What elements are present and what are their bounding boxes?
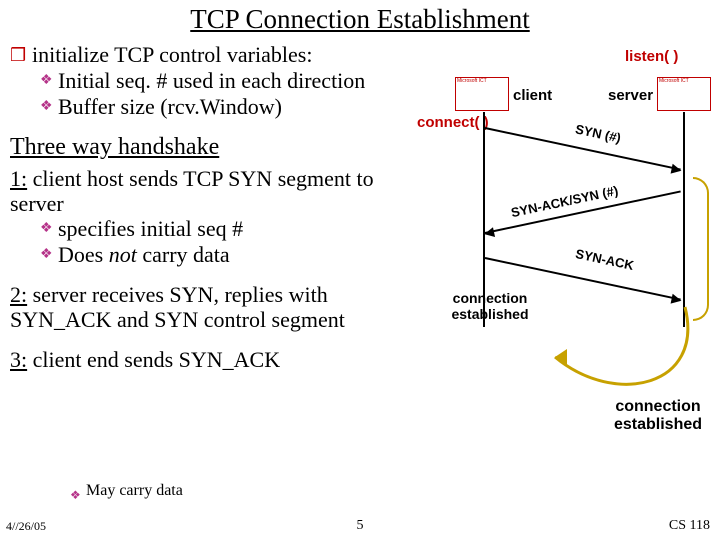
diamond-bullet-icon: ❖ bbox=[40, 242, 58, 268]
step1-sub-b-suffix: carry data bbox=[137, 242, 230, 267]
init-block: ❒ initialize TCP control variables: ❖ In… bbox=[10, 42, 410, 120]
step-3-num: 3: bbox=[10, 347, 27, 372]
step1-sub-a: specifies initial seq # bbox=[58, 216, 243, 241]
body-text: ❒ initialize TCP control variables: ❖ In… bbox=[10, 42, 410, 372]
step-2-text: server receives SYN, replies with SYN_AC… bbox=[10, 282, 345, 332]
step-2-num: 2: bbox=[10, 282, 27, 307]
synack-label: SYN-ACK bbox=[574, 246, 635, 273]
three-way-handshake-heading: Three way handshake bbox=[10, 134, 410, 162]
init-sub2: Buffer size (rcv.Window) bbox=[58, 94, 282, 119]
conn-established-server: connection established bbox=[598, 398, 718, 435]
server-label: server bbox=[608, 87, 653, 104]
slide: TCP Connection Establishment ❒ initializ… bbox=[0, 0, 720, 540]
missing-image-icon: Microsoft ICT bbox=[657, 77, 711, 111]
step-3-text: client end sends SYN_ACK bbox=[27, 347, 280, 372]
footer-course: CS 118 bbox=[669, 518, 710, 534]
step1-sub-b: Does not carry data bbox=[58, 242, 230, 267]
step-3: 3: client end sends SYN_ACK bbox=[10, 347, 410, 372]
client-label: client bbox=[513, 87, 552, 104]
sub-bullet-item: ❖ Does not carry data bbox=[40, 242, 410, 268]
bullet-item: ❒ initialize TCP control variables: bbox=[10, 42, 410, 68]
step-1-text: client host sends TCP SYN segment to ser… bbox=[10, 166, 374, 216]
diamond-bullet-icon: ❖ bbox=[40, 94, 58, 120]
step1-sub-b-italic: not bbox=[109, 242, 137, 267]
diamond-bullet-icon: ❖ bbox=[70, 482, 86, 508]
step1-sub-b-prefix: Does bbox=[58, 242, 109, 267]
diamond-bullet-icon: ❖ bbox=[40, 216, 58, 242]
init-top: initialize TCP control variables: bbox=[32, 42, 312, 67]
footer-page-number: 5 bbox=[0, 518, 720, 534]
step-1-line: 1: client host sends TCP SYN segment to … bbox=[10, 166, 410, 217]
may-carry-data: ❖ May carry data bbox=[70, 482, 183, 508]
missing-image-icon: Microsoft ICT bbox=[455, 77, 509, 111]
connect-label: connect( ) bbox=[417, 114, 489, 131]
listen-label: listen( ) bbox=[625, 48, 678, 65]
sequence-diagram: listen( ) Microsoft ICT client server Mi… bbox=[395, 42, 715, 362]
syn-label: SYN (#) bbox=[574, 121, 622, 145]
slide-title: TCP Connection Establishment bbox=[0, 4, 720, 35]
init-sub1: Initial seq. # used in each direction bbox=[58, 68, 365, 93]
sub-bullet-item: ❖ specifies initial seq # bbox=[40, 216, 410, 242]
server-lifeline bbox=[683, 112, 685, 327]
square-bullet-icon: ❒ bbox=[10, 42, 32, 68]
sub-bullet-item: ❖ Initial seq. # used in each direction bbox=[40, 68, 410, 94]
step-2: 2: server receives SYN, replies with SYN… bbox=[10, 282, 410, 333]
diamond-bullet-icon: ❖ bbox=[40, 68, 58, 94]
conn-established-client: connection established bbox=[440, 290, 540, 322]
sub-bullet-item: ❖ Buffer size (rcv.Window) bbox=[40, 94, 410, 120]
step-1-num: 1: bbox=[10, 166, 27, 191]
step-1: 1: client host sends TCP SYN segment to … bbox=[10, 166, 410, 269]
may-carry-text: May carry data bbox=[86, 482, 183, 500]
